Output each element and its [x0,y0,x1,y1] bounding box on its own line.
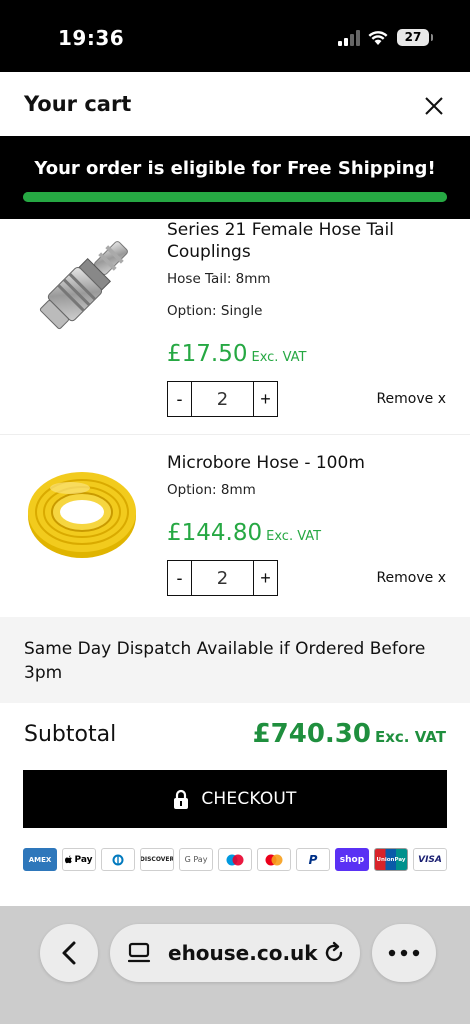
item-price-value: £17.50 [167,341,248,367]
back-button[interactable] [40,924,98,982]
reload-icon[interactable] [322,941,346,965]
increase-quantity-button[interactable]: + [253,382,277,416]
hose-coupling-image [39,241,128,330]
subtotal-value: £740.30 Exc. VAT [253,719,446,749]
browser-toolbar: ehouse.co.uk [0,906,470,1024]
item-price: £144.80 Exc. VAT [167,520,321,546]
checkout-label: CHECKOUT [201,789,297,809]
increase-quantity-button[interactable]: + [253,561,277,595]
item-price-value: £144.80 [167,520,263,546]
close-icon[interactable] [420,92,448,120]
maestro-icon [218,848,252,871]
lock-icon [174,789,189,809]
more-options-button[interactable] [372,924,436,982]
cart-header: Your cart [0,72,470,136]
status-time: 19:36 [58,26,125,50]
dispatch-notice: Same Day Dispatch Available if Ordered B… [0,617,470,703]
decrease-quantity-button[interactable]: - [168,382,192,416]
quantity-stepper: - 2 + [167,560,278,596]
item-name[interactable]: Series 21 Female Hose Tail Couplings [167,219,437,263]
free-shipping-progress-fill [23,192,447,202]
address-bar[interactable]: ehouse.co.uk [110,924,360,982]
url-text: ehouse.co.uk [168,941,318,965]
status-bar: 19:36 27 [0,0,470,72]
quantity-input[interactable]: 2 [192,382,253,416]
amex-icon: AMEX [23,848,57,871]
cellular-signal-icon [338,30,360,46]
apple-pay-icon: Pay [62,848,96,871]
item-option: Option: 8mm [167,482,256,498]
item-option: Hose Tail: 8mm [167,271,271,287]
item-vat-label: Exc. VAT [251,350,307,365]
unionpay-icon: UnionPay [374,848,408,871]
wifi-icon [368,31,388,45]
cart-item: Series 21 Female Hose Tail Couplings Hos… [0,219,470,435]
chevron-left-icon [62,941,76,965]
remove-item-button[interactable]: Remove x [376,570,446,586]
tab-overview-icon [128,942,151,963]
cart-title: Your cart [24,92,132,116]
free-shipping-text: Your order is eligible for Free Shipping… [34,158,436,179]
microbore-hose-image [28,472,136,558]
item-price: £17.50 Exc. VAT [167,341,306,367]
subtotal-vat-label: Exc. VAT [374,728,446,746]
item-option: Option: Single [167,303,263,319]
item-vat-label: Exc. VAT [266,529,322,544]
checkout-button[interactable]: CHECKOUT [23,770,447,828]
google-pay-icon: G Pay [179,848,213,871]
quantity-stepper: - 2 + [167,381,278,417]
discover-icon: DISCOVER [140,848,174,871]
subtotal-amount: £740.30 [252,719,371,749]
free-shipping-progress-bar [23,192,447,202]
more-dots-icon [388,949,420,957]
paypal-icon: P [296,848,330,871]
dispatch-text: Same Day Dispatch Available if Ordered B… [24,639,426,683]
free-shipping-banner: Your order is eligible for Free Shipping… [0,136,470,219]
mastercard-icon [257,848,291,871]
battery-icon: 27 [397,29,433,46]
shop-pay-icon: shop [335,848,369,871]
diners-club-icon [101,848,135,871]
decrease-quantity-button[interactable]: - [168,561,192,595]
quantity-input[interactable]: 2 [192,561,253,595]
remove-item-button[interactable]: Remove x [376,391,446,407]
apple-pay-label: Pay [74,854,93,865]
visa-icon: VISA [413,848,447,871]
cart-item: Microbore Hose - 100m Option: 8mm £144.8… [0,436,470,614]
item-name[interactable]: Microbore Hose - 100m [167,452,437,474]
subtotal-label: Subtotal [24,722,117,747]
payment-methods: AMEX Pay DISCOVER G Pay P shop UnionPay … [23,848,447,872]
